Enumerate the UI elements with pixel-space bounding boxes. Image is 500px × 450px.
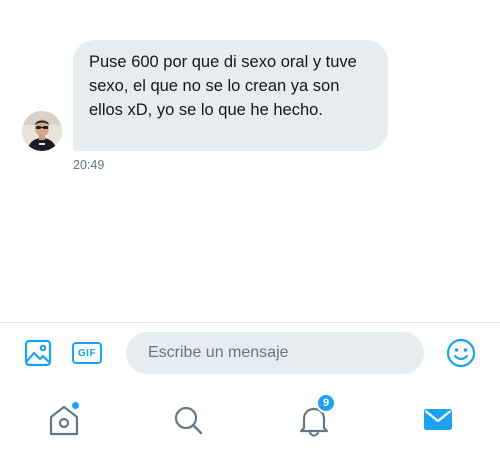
envelope-icon — [424, 409, 452, 430]
conversation-thread: Puse 600 por que di sexo oral y tuve sex… — [0, 0, 500, 320]
avatar-photo — [22, 111, 62, 151]
tab-notifications[interactable]: 9 — [294, 393, 336, 440]
message-composer: GIF — [0, 323, 500, 383]
gif-label: GIF — [77, 347, 97, 359]
message-text: Puse 600 por que di sexo oral y tuve sex… — [89, 53, 357, 119]
tab-messages[interactable] — [418, 400, 458, 440]
message-input[interactable] — [126, 332, 424, 374]
add-photo-button[interactable] — [24, 339, 52, 367]
bottom-tab-bar: 9 — [0, 390, 500, 450]
smiley-icon — [446, 338, 476, 368]
message-timestamp: 20:49 — [73, 158, 105, 172]
notification-count-badge: 9 — [316, 393, 336, 413]
avatar[interactable] — [22, 111, 62, 151]
search-icon — [174, 406, 203, 435]
dm-screen: Puse 600 por que di sexo oral y tuve sex… — [0, 0, 500, 450]
image-icon — [24, 339, 52, 367]
emoji-button[interactable] — [446, 338, 476, 368]
message-bubble[interactable]: Puse 600 por que di sexo oral y tuve sex… — [73, 40, 388, 151]
add-gif-button[interactable]: GIF — [72, 342, 102, 364]
tab-search[interactable] — [168, 400, 208, 440]
new-content-dot — [72, 402, 79, 409]
tab-home[interactable] — [44, 400, 84, 440]
